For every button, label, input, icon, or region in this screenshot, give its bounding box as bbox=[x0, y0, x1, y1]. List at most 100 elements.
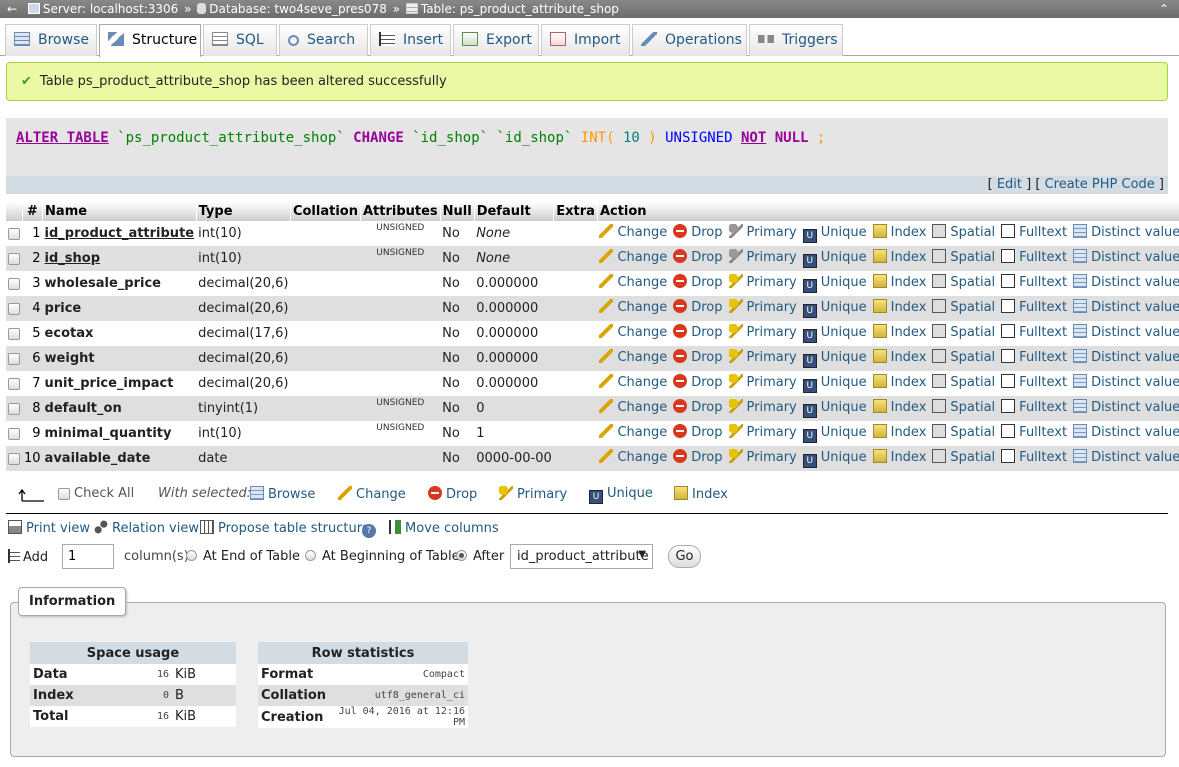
change-action[interactable]: Change bbox=[599, 299, 667, 315]
primary-action[interactable]: Primary bbox=[728, 374, 797, 390]
unique-action[interactable]: U Unique bbox=[802, 275, 867, 293]
fulltext-action[interactable]: Fulltext bbox=[1001, 274, 1067, 290]
drop-action[interactable]: Drop bbox=[673, 249, 723, 265]
distinct-values-action[interactable]: Distinct values bbox=[1073, 249, 1179, 265]
distinct-values-action[interactable]: Distinct values bbox=[1073, 374, 1179, 390]
bulk-drop-button[interactable]: Drop bbox=[428, 486, 477, 502]
fulltext-action[interactable]: Fulltext bbox=[1001, 349, 1067, 365]
spatial-action[interactable]: Spatial bbox=[932, 299, 995, 315]
distinct-values-action[interactable]: Distinct values bbox=[1073, 399, 1179, 415]
row-checkbox[interactable] bbox=[8, 302, 20, 315]
propose-structure-link[interactable]: Propose table structure bbox=[200, 520, 370, 536]
tab-operations[interactable]: Operations bbox=[632, 24, 747, 56]
row-checkbox[interactable] bbox=[8, 252, 20, 265]
row-checkbox[interactable] bbox=[8, 452, 20, 465]
spatial-action[interactable]: Spatial bbox=[932, 324, 995, 340]
row-checkbox[interactable] bbox=[8, 227, 20, 240]
primary-action[interactable]: Primary bbox=[728, 449, 797, 465]
unique-action[interactable]: U Unique bbox=[802, 400, 867, 418]
radio-after[interactable]: After bbox=[456, 549, 504, 564]
spatial-action[interactable]: Spatial bbox=[932, 399, 995, 415]
change-action[interactable]: Change bbox=[599, 349, 667, 365]
spatial-action[interactable]: Spatial bbox=[932, 349, 995, 365]
back-arrow-icon[interactable]: ← bbox=[0, 0, 24, 18]
radio-at-end-button[interactable] bbox=[186, 550, 197, 561]
primary-action[interactable]: Primary bbox=[728, 274, 797, 290]
breadcrumb-server[interactable]: Server: localhost:3306 bbox=[27, 0, 178, 18]
fulltext-action[interactable]: Fulltext bbox=[1001, 249, 1067, 265]
edit-sql-link[interactable]: Edit bbox=[997, 177, 1022, 192]
change-action[interactable]: Change bbox=[599, 274, 667, 290]
row-checkbox[interactable] bbox=[8, 277, 20, 290]
spatial-action[interactable]: Spatial bbox=[932, 424, 995, 440]
fulltext-action[interactable]: Fulltext bbox=[1001, 399, 1067, 415]
primary-action[interactable]: Primary bbox=[728, 349, 797, 365]
unique-action[interactable]: U Unique bbox=[802, 450, 867, 468]
change-action[interactable]: Change bbox=[599, 449, 667, 465]
drop-action[interactable]: Drop bbox=[673, 449, 723, 465]
fulltext-action[interactable]: Fulltext bbox=[1001, 374, 1067, 390]
distinct-values-action[interactable]: Distinct values bbox=[1073, 324, 1179, 340]
create-php-code-link[interactable]: Create PHP Code bbox=[1045, 177, 1155, 192]
drop-action[interactable]: Drop bbox=[673, 424, 723, 440]
index-action[interactable]: Index bbox=[872, 374, 926, 390]
primary-action[interactable]: Primary bbox=[728, 324, 797, 340]
after-column-select[interactable]: id_product_attribute ▼ bbox=[510, 544, 653, 569]
fulltext-action[interactable]: Fulltext bbox=[1001, 449, 1067, 465]
relation-view-link[interactable]: Relation view bbox=[94, 520, 199, 536]
row-checkbox[interactable] bbox=[8, 352, 20, 365]
change-action[interactable]: Change bbox=[599, 324, 667, 340]
check-all-checkbox[interactable] bbox=[58, 487, 70, 500]
spatial-action[interactable]: Spatial bbox=[932, 249, 995, 265]
index-action[interactable]: Index bbox=[872, 424, 926, 440]
row-checkbox[interactable] bbox=[8, 402, 20, 415]
radio-at-beginning-button[interactable] bbox=[305, 550, 316, 561]
drop-action[interactable]: Drop bbox=[673, 324, 723, 340]
help-icon[interactable]: ? bbox=[362, 520, 380, 538]
tab-insert[interactable]: Insert bbox=[370, 24, 451, 56]
fulltext-action[interactable]: Fulltext bbox=[1001, 299, 1067, 315]
drop-action[interactable]: Drop bbox=[673, 349, 723, 365]
check-all[interactable]: Check All bbox=[58, 486, 134, 501]
tab-browse[interactable]: Browse bbox=[5, 24, 97, 56]
distinct-values-action[interactable]: Distinct values bbox=[1073, 274, 1179, 290]
tab-structure[interactable]: Structure bbox=[99, 24, 201, 57]
sql-keyword-alter-table[interactable]: ALTER TABLE bbox=[16, 130, 109, 146]
breadcrumb-database[interactable]: Database: two4seve_pres078 bbox=[197, 0, 387, 18]
tab-import[interactable]: Import bbox=[541, 24, 630, 56]
index-action[interactable]: Index bbox=[872, 224, 926, 240]
unique-action[interactable]: U Unique bbox=[802, 375, 867, 393]
index-action[interactable]: Index bbox=[872, 324, 926, 340]
index-action[interactable]: Index bbox=[872, 449, 926, 465]
index-action[interactable]: Index bbox=[872, 299, 926, 315]
tab-triggers[interactable]: Triggers bbox=[749, 24, 843, 56]
bulk-index-button[interactable]: Index bbox=[674, 486, 728, 502]
row-checkbox[interactable] bbox=[8, 377, 20, 390]
drop-action[interactable]: Drop bbox=[673, 374, 723, 390]
spatial-action[interactable]: Spatial bbox=[932, 374, 995, 390]
add-columns-count-input[interactable] bbox=[62, 544, 114, 569]
distinct-values-action[interactable]: Distinct values bbox=[1073, 224, 1179, 240]
radio-at-beginning[interactable]: At Beginning of Table bbox=[305, 549, 460, 564]
fulltext-action[interactable]: Fulltext bbox=[1001, 224, 1067, 240]
index-action[interactable]: Index bbox=[872, 274, 926, 290]
bulk-change-button[interactable]: Change bbox=[338, 486, 406, 502]
drop-action[interactable]: Drop bbox=[673, 224, 723, 240]
print-view-link[interactable]: Print view bbox=[8, 520, 90, 536]
distinct-values-action[interactable]: Distinct values bbox=[1073, 299, 1179, 315]
tab-export[interactable]: Export bbox=[453, 24, 539, 56]
index-action[interactable]: Index bbox=[872, 399, 926, 415]
bulk-browse-button[interactable]: Browse bbox=[250, 486, 315, 502]
primary-action[interactable]: Primary bbox=[728, 399, 797, 415]
unique-action[interactable]: U Unique bbox=[802, 425, 867, 443]
change-action[interactable]: Change bbox=[599, 399, 667, 415]
fulltext-action[interactable]: Fulltext bbox=[1001, 324, 1067, 340]
bulk-unique-button[interactable]: U Unique bbox=[589, 486, 653, 504]
collapse-icon[interactable]: ⌃ bbox=[1159, 0, 1169, 18]
sql-keyword-not[interactable]: NOT bbox=[741, 130, 766, 146]
unique-action[interactable]: U Unique bbox=[802, 350, 867, 368]
primary-action[interactable]: Primary bbox=[728, 299, 797, 315]
fulltext-action[interactable]: Fulltext bbox=[1001, 424, 1067, 440]
unique-action[interactable]: U Unique bbox=[802, 225, 867, 243]
primary-action[interactable]: Primary bbox=[728, 249, 797, 265]
